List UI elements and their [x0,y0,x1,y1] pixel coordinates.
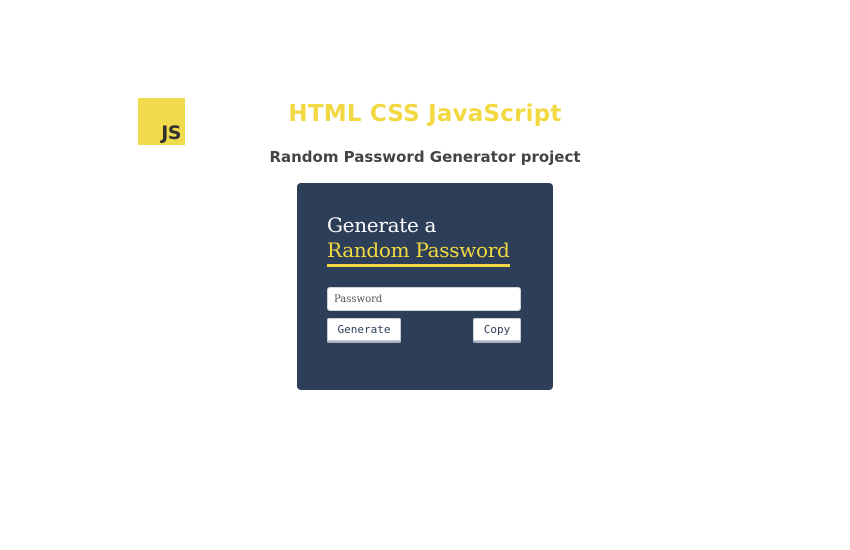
generate-button[interactable]: Generate [327,318,401,341]
page-subtitle: Random Password Generator project [269,148,581,166]
card-heading: Generate a Random Password [327,213,523,267]
password-input[interactable] [327,287,521,311]
card-heading-line1: Generate a [327,213,437,237]
page: JS HTML CSS JavaScript Random Password G… [0,0,850,550]
button-row: Generate Copy [327,318,521,341]
page-title: HTML CSS JavaScript [288,101,562,127]
card-heading-line2: Random Password [327,238,510,267]
password-generator-card: Generate a Random Password Generate Copy [297,183,553,390]
copy-button[interactable]: Copy [473,318,521,341]
